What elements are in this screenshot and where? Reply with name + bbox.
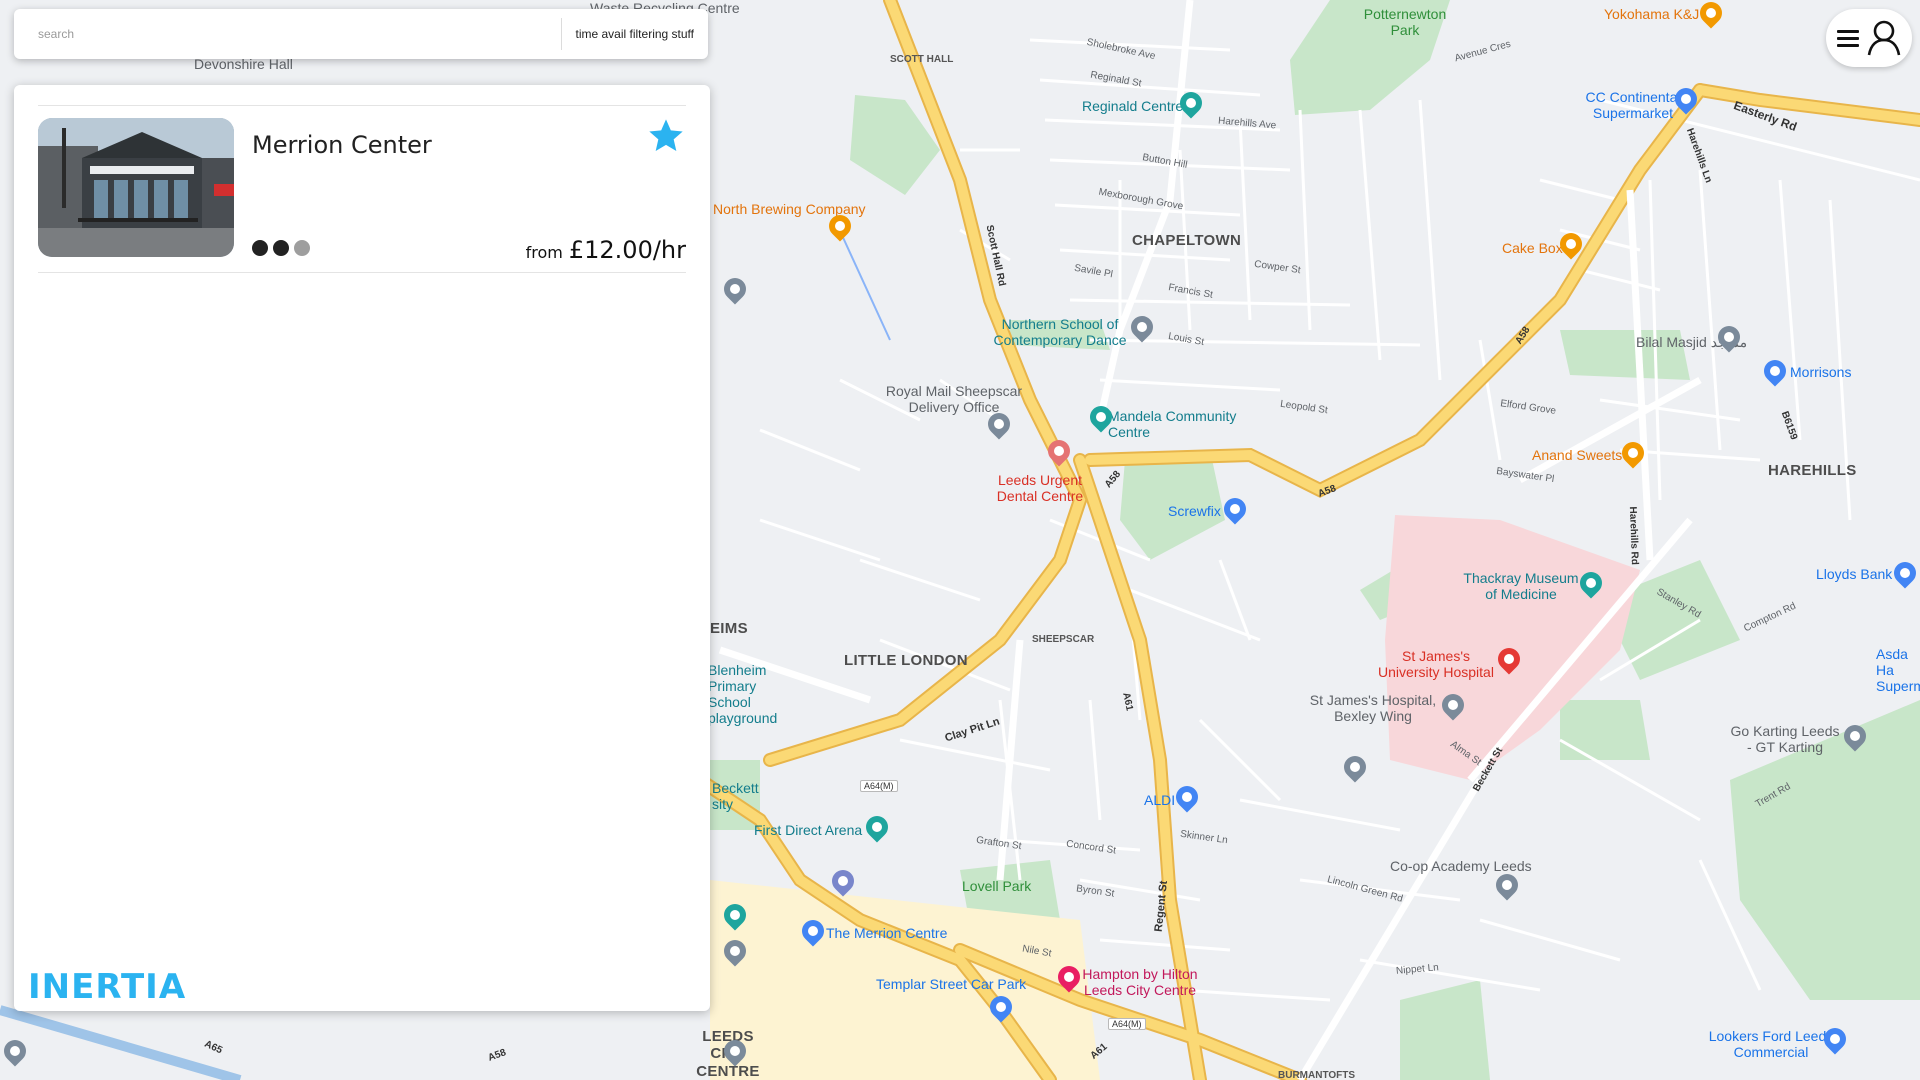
result-price: from £12.00/hr xyxy=(526,236,686,264)
poi-label[interactable]: Yokohama K&J xyxy=(1604,6,1699,22)
park-area xyxy=(1560,700,1650,760)
rating-dots xyxy=(252,240,310,256)
poi-label[interactable]: Lovell Park xyxy=(962,878,1031,894)
poi-label[interactable]: Co-op Academy Leeds xyxy=(1390,858,1532,874)
poi-label[interactable]: Cake Box xyxy=(1502,240,1563,256)
poi-label[interactable]: Thackray Museum of Medicine xyxy=(1456,570,1586,602)
poi-label[interactable]: Beckett sity xyxy=(712,780,762,812)
price-value: £12.00/hr xyxy=(568,236,686,264)
brand-logo: INERTIA xyxy=(28,967,187,1007)
result-name: Merrion Center xyxy=(252,131,432,159)
poi-label[interactable]: First Direct Arena xyxy=(754,822,862,838)
poi-label[interactable]: Royal Mail Sheepscar Delivery Office xyxy=(884,383,1024,415)
street-label: Harehills Rd xyxy=(1626,506,1640,566)
result-thumbnail[interactable] xyxy=(38,118,234,257)
poi-label[interactable]: St James's Hospital, Bexley Wing xyxy=(1308,692,1438,724)
district-label: HAREHILLS xyxy=(1768,462,1857,479)
district-label: LITTLE LONDON xyxy=(844,652,968,669)
park-label: Potternewton Park xyxy=(1363,6,1447,39)
poi-label[interactable]: Hampton by Hilton Leeds City Centre xyxy=(1080,966,1200,998)
price-prefix: from xyxy=(525,243,563,262)
result-card[interactable]: Merrion Center from £12.00/hr xyxy=(38,105,686,273)
district-label: CHAPELTOWN xyxy=(1132,232,1242,249)
park-area xyxy=(1400,980,1490,1080)
district-label: EIMS xyxy=(710,620,748,637)
favorite-star-icon[interactable] xyxy=(646,116,686,156)
poi-label[interactable]: Lloyds Bank xyxy=(1816,566,1892,582)
poi-label[interactable]: ALDI xyxy=(1144,792,1175,808)
time-filter-button[interactable]: time avail filtering stuff xyxy=(562,27,709,41)
search-bar: time avail filtering stuff xyxy=(14,9,708,59)
rating-dot-on xyxy=(252,240,268,256)
district-label: SCOTT HALL xyxy=(890,54,954,65)
poi-label[interactable]: Morrisons xyxy=(1790,364,1851,380)
rating-dot-on xyxy=(273,240,289,256)
district-label: SHEEPSCAR xyxy=(1032,634,1095,645)
account-menu-button[interactable] xyxy=(1826,9,1912,67)
poi-label[interactable]: CC Continental Supermarket xyxy=(1574,89,1692,121)
menu-icon xyxy=(1837,30,1859,47)
road-shield: A64(M) xyxy=(860,780,898,793)
poi-label[interactable]: Northern School of Contemporary Dance xyxy=(992,316,1128,348)
poi-label[interactable]: Lookers Ford Leeds Commercial xyxy=(1706,1028,1836,1060)
poi-label[interactable]: Go Karting Leeds - GT Karting xyxy=(1730,723,1840,755)
poi-label[interactable]: Mandela Community Centre xyxy=(1108,408,1238,440)
user-icon xyxy=(1867,20,1901,56)
district-label: BURMANTOFTS xyxy=(1278,1070,1356,1080)
poi-label[interactable]: St James's University Hospital xyxy=(1376,648,1496,680)
rating-dot-off xyxy=(294,240,310,256)
road-shield: A64(M) xyxy=(1108,1018,1146,1031)
poi-label[interactable]: Anand Sweets xyxy=(1532,447,1622,463)
poi-label[interactable]: Blenheim Primary School playground xyxy=(708,662,777,726)
result-thumbnail-image xyxy=(38,118,234,257)
poi-label[interactable]: Asda Ha Superm xyxy=(1876,646,1920,694)
poi-label[interactable]: Leeds Urgent Dental Centre xyxy=(990,472,1090,504)
poi-label[interactable]: The Merrion Centre xyxy=(826,925,947,941)
results-panel: Merrion Center from £12.00/hr INERTIA xyxy=(14,85,710,1011)
poi-label[interactable]: Screwfix xyxy=(1168,503,1221,519)
poi-label[interactable]: Reginald Centre xyxy=(1082,98,1183,114)
poi-label[interactable]: Templar Street Car Park xyxy=(876,976,1026,992)
search-input[interactable] xyxy=(14,9,561,59)
